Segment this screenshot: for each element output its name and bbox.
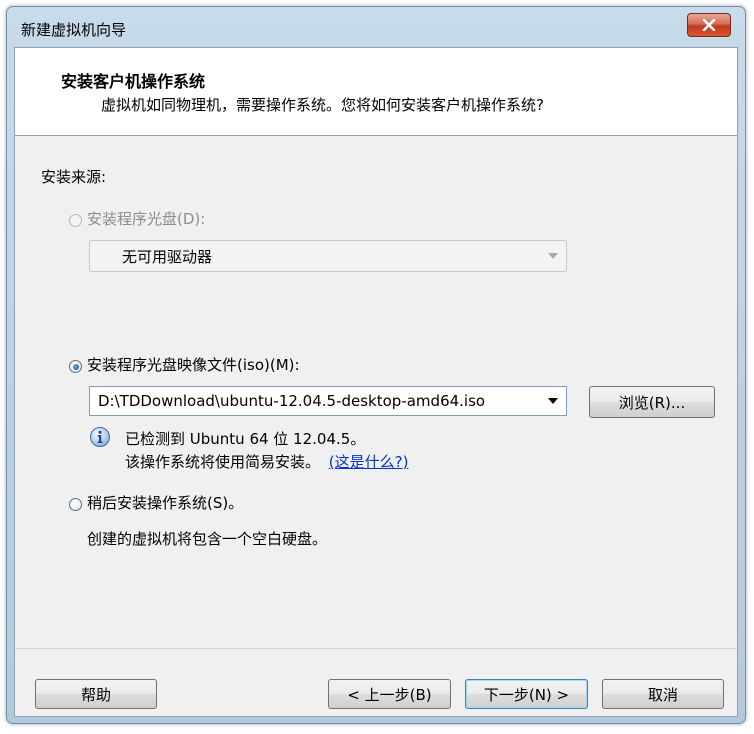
install-source-label: 安装来源: (41, 168, 107, 186)
iso-radio-dot (72, 363, 79, 370)
close-button[interactable] (687, 13, 731, 37)
next-button[interactable]: 下一步(N) > (465, 679, 588, 709)
easy-install-text: 该操作系统将使用简易安装。 (125, 453, 321, 471)
easy-install-note: 该操作系统将使用简易安装。 (这是什么?) (125, 451, 408, 472)
disc-radio-label[interactable]: 安装程序光盘(D): (87, 208, 205, 229)
iso-radio-label[interactable]: 安装程序光盘映像文件(iso)(M): (87, 354, 300, 375)
chevron-down-icon[interactable] (548, 398, 558, 404)
disc-radio[interactable] (69, 214, 82, 227)
cancel-button[interactable]: 取消 (602, 679, 724, 709)
drive-select-value: 无可用驱动器 (122, 247, 213, 266)
info-icon (90, 427, 110, 447)
browse-button[interactable]: 浏览(R)... (589, 386, 715, 418)
drive-select[interactable]: 无可用驱动器 (89, 240, 567, 272)
window-title: 新建虚拟机向导 (21, 21, 127, 39)
blank-disk-description: 创建的虚拟机将包含一个空白硬盘。 (87, 530, 328, 548)
footer-divider (15, 648, 737, 649)
close-icon (702, 19, 716, 31)
later-radio[interactable] (69, 498, 82, 511)
iso-path-value[interactable]: D:\TDDownload\ubuntu-12.04.5-desktop-amd… (90, 392, 485, 410)
wizard-header: 安装客户机操作系统 虚拟机如同物理机，需要操作系统。您将如何安装客户机操作系统? (15, 48, 737, 136)
wizard-window: 新建虚拟机向导 安装客户机操作系统 虚拟机如同物理机，需要操作系统。您将如何安装… (6, 6, 746, 724)
back-button[interactable]: < 上一步(B) (328, 679, 451, 709)
wizard-body: 安装客户机操作系统 虚拟机如同物理机，需要操作系统。您将如何安装客户机操作系统?… (14, 47, 738, 717)
page-subtitle: 虚拟机如同物理机，需要操作系统。您将如何安装客户机操作系统? (101, 96, 544, 114)
whats-this-link[interactable]: (这是什么?) (329, 453, 409, 471)
chevron-down-icon (548, 253, 558, 259)
iso-path-combo[interactable]: D:\TDDownload\ubuntu-12.04.5-desktop-amd… (89, 386, 567, 416)
help-button[interactable]: 帮助 (35, 679, 157, 709)
later-radio-label[interactable]: 稍后安装操作系统(S)。 (87, 492, 243, 513)
iso-radio[interactable] (69, 360, 82, 373)
detected-os-text: 已检测到 Ubuntu 64 位 12.04.5。 (125, 430, 366, 448)
page-title: 安装客户机操作系统 (61, 72, 206, 91)
